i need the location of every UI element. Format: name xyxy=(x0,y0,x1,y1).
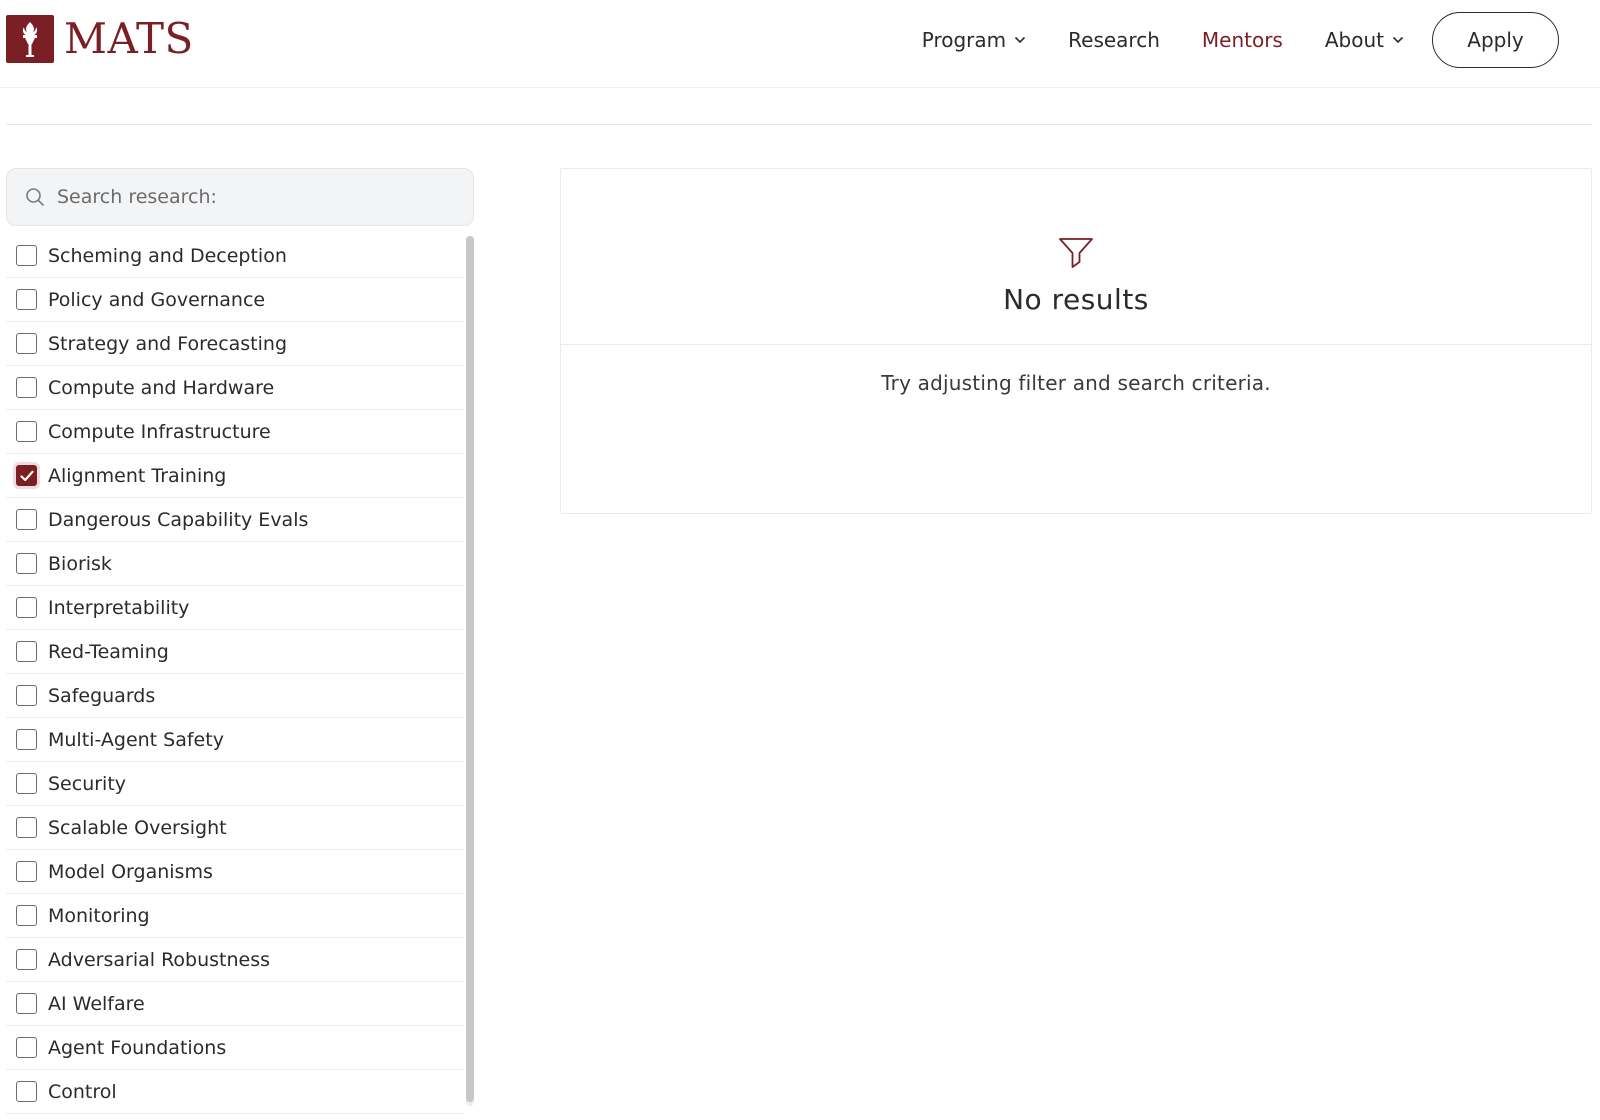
filter-checkbox[interactable] xyxy=(16,377,37,398)
scrollbar-thumb[interactable] xyxy=(466,236,474,1102)
search-box xyxy=(6,168,474,226)
research-filter-list: Scheming and Deception Policy and Governa… xyxy=(6,234,464,1114)
filter-checkbox[interactable] xyxy=(16,993,37,1014)
filter-checkbox[interactable] xyxy=(16,421,37,442)
nav-program[interactable]: Program xyxy=(922,28,1026,52)
filter-label: Agent Foundations xyxy=(48,1036,227,1059)
filter-label: Policy and Governance xyxy=(48,288,266,311)
filter-checkbox[interactable] xyxy=(16,553,37,574)
filter-item[interactable]: Red-Teaming xyxy=(6,630,464,674)
no-results-hint: Try adjusting filter and search criteria… xyxy=(881,371,1271,395)
nav-research[interactable]: Research xyxy=(1068,28,1160,52)
filter-checkbox[interactable] xyxy=(16,861,37,882)
filter-item[interactable]: Multi-Agent Safety xyxy=(6,718,464,762)
filter-label: Interpretability xyxy=(48,596,190,619)
torch-icon xyxy=(6,15,54,63)
filter-checkbox[interactable] xyxy=(16,773,37,794)
filter-label: Dangerous Capability Evals xyxy=(48,508,309,531)
nav-about-label: About xyxy=(1324,28,1384,52)
filter-checkbox[interactable] xyxy=(16,905,37,926)
filter-item[interactable]: Monitoring xyxy=(6,894,464,938)
filter-item[interactable]: Model Organisms xyxy=(6,850,464,894)
nav-about[interactable]: About xyxy=(1325,28,1404,52)
filter-checkbox[interactable] xyxy=(16,333,37,354)
filter-item[interactable]: Alignment Training xyxy=(6,454,464,498)
search-input[interactable] xyxy=(57,186,457,208)
filter-checkbox[interactable] xyxy=(16,245,37,266)
filter-item[interactable]: Compute Infrastructure xyxy=(6,410,464,454)
filter-checkbox[interactable] xyxy=(16,509,37,530)
filter-item[interactable]: Adversarial Robustness xyxy=(6,938,464,982)
filter-scrollbar[interactable] xyxy=(466,236,474,1106)
filter-label: Multi-Agent Safety xyxy=(48,728,224,751)
filter-label: AI Welfare xyxy=(48,992,145,1015)
search-icon xyxy=(25,187,45,207)
nav-mentors[interactable]: Mentors xyxy=(1202,28,1283,52)
filter-item[interactable]: Security xyxy=(6,762,464,806)
filter-checkbox[interactable] xyxy=(16,289,37,310)
filter-label: Compute and Hardware xyxy=(48,376,275,399)
filter-checkbox[interactable] xyxy=(16,685,37,706)
filter-checkbox[interactable] xyxy=(16,641,37,662)
filter-label: Control xyxy=(48,1080,117,1103)
header-divider xyxy=(6,124,1592,125)
filter-label: Alignment Training xyxy=(48,464,227,487)
filter-checkbox[interactable] xyxy=(16,597,37,618)
filter-checkbox[interactable] xyxy=(16,817,37,838)
site-logo[interactable]: MATS xyxy=(6,15,194,63)
filter-label: Red-Teaming xyxy=(48,640,169,663)
filter-label: Compute Infrastructure xyxy=(48,420,271,443)
filter-item[interactable]: Agent Foundations xyxy=(6,1026,464,1070)
filter-checkbox[interactable] xyxy=(16,1037,37,1058)
filter-item[interactable]: Scheming and Deception xyxy=(6,234,464,278)
no-results-title: No results xyxy=(1003,283,1149,316)
main-nav: Program Research Mentors About Apply xyxy=(922,12,1559,68)
filter-item[interactable]: Policy and Governance xyxy=(6,278,464,322)
filter-checkbox[interactable] xyxy=(16,465,37,486)
filter-checkbox[interactable] xyxy=(16,1081,37,1102)
filter-checkbox[interactable] xyxy=(16,729,37,750)
nav-research-label: Research xyxy=(1068,28,1160,52)
nav-mentors-label: Mentors xyxy=(1201,28,1283,52)
filter-item[interactable]: Dangerous Capability Evals xyxy=(6,498,464,542)
filter-item[interactable]: Biorisk xyxy=(6,542,464,586)
filter-item[interactable]: Control xyxy=(6,1070,464,1114)
filter-item[interactable]: Scalable Oversight xyxy=(6,806,464,850)
filter-label: Model Organisms xyxy=(48,860,213,883)
filter-label: Scheming and Deception xyxy=(48,244,287,267)
filter-checkbox[interactable] xyxy=(16,949,37,970)
apply-button[interactable]: Apply xyxy=(1432,12,1559,68)
filter-label: Monitoring xyxy=(48,904,150,927)
filter-item[interactable]: Compute and Hardware xyxy=(6,366,464,410)
results-panel: No results Try adjusting filter and sear… xyxy=(560,168,1592,514)
filter-item[interactable]: Strategy and Forecasting xyxy=(6,322,464,366)
filter-funnel-icon xyxy=(1058,237,1094,269)
filter-label: Adversarial Robustness xyxy=(48,948,271,971)
filter-item[interactable]: AI Welfare xyxy=(6,982,464,1026)
brand-name: MATS xyxy=(64,14,194,63)
filter-item[interactable]: Safeguards xyxy=(6,674,464,718)
results-header: No results xyxy=(561,169,1591,345)
chevron-down-icon xyxy=(1014,36,1026,44)
filter-label: Strategy and Forecasting xyxy=(48,332,288,355)
nav-program-label: Program xyxy=(921,28,1007,52)
filter-label: Safeguards xyxy=(48,684,156,707)
site-header: MATS Program Research Mentors About Appl… xyxy=(0,0,1600,88)
filter-label: Scalable Oversight xyxy=(48,816,227,839)
filter-item[interactable]: Interpretability xyxy=(6,586,464,630)
filter-label: Biorisk xyxy=(48,552,112,575)
chevron-down-icon xyxy=(1392,36,1404,44)
filter-label: Security xyxy=(48,772,127,795)
